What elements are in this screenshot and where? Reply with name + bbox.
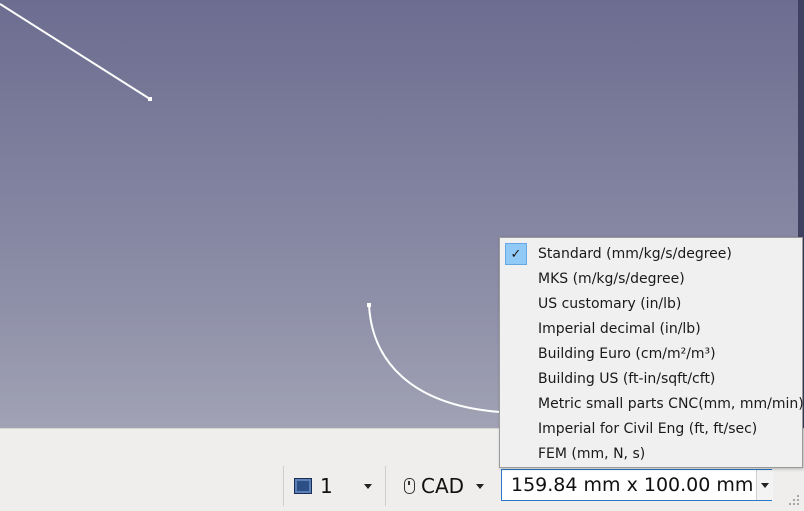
page-selector[interactable]: 1 bbox=[290, 470, 382, 502]
chevron-down-icon[interactable] bbox=[476, 484, 484, 489]
line-endpoint[interactable] bbox=[148, 97, 152, 101]
unit-system-dropdown[interactable]: 159.84 mm x 100.00 mm bbox=[501, 469, 772, 501]
dimensions-readout: 159.84 mm x 100.00 mm bbox=[511, 474, 754, 496]
status-separator bbox=[385, 466, 386, 506]
sketch-line[interactable] bbox=[0, 3, 151, 100]
menu-item-us-customary[interactable]: US customary (in/lb) bbox=[503, 292, 799, 316]
menu-item-building-euro[interactable]: Building Euro (cm/m²/m³) bbox=[503, 342, 799, 366]
menu-item-imperial-decimal[interactable]: Imperial decimal (in/lb) bbox=[503, 317, 799, 341]
menu-item-metric-small-parts[interactable]: Metric small parts CNC(mm, mm/min) bbox=[503, 392, 804, 416]
navigation-style-label: CAD bbox=[421, 474, 465, 498]
page-number: 1 bbox=[320, 474, 333, 498]
arc-endpoint[interactable] bbox=[367, 303, 371, 307]
menu-item-standard[interactable]: ✓ Standard (mm/kg/s/degree) bbox=[503, 242, 799, 266]
page-icon bbox=[294, 478, 312, 494]
navigation-style-selector[interactable]: CAD bbox=[398, 470, 494, 502]
chevron-down-icon[interactable] bbox=[761, 483, 769, 488]
menu-item-fem[interactable]: FEM (mm, N, s) bbox=[503, 442, 799, 466]
status-separator bbox=[283, 466, 284, 506]
mouse-icon bbox=[404, 478, 415, 494]
chevron-down-icon[interactable] bbox=[364, 484, 372, 489]
unit-dropdown-button[interactable] bbox=[756, 470, 773, 500]
unit-system-menu: ✓ Standard (mm/kg/s/degree) MKS (m/kg/s/… bbox=[499, 237, 804, 468]
sketch-arc[interactable] bbox=[368, 304, 501, 413]
check-icon: ✓ bbox=[505, 243, 527, 265]
menu-item-mks[interactable]: MKS (m/kg/s/degree) bbox=[503, 267, 799, 291]
menu-item-building-us[interactable]: Building US (ft-in/sqft/cft) bbox=[503, 367, 799, 391]
menu-item-imperial-civil[interactable]: Imperial for Civil Eng (ft, ft/sec) bbox=[503, 417, 799, 441]
resize-grip-icon[interactable] bbox=[788, 494, 800, 506]
